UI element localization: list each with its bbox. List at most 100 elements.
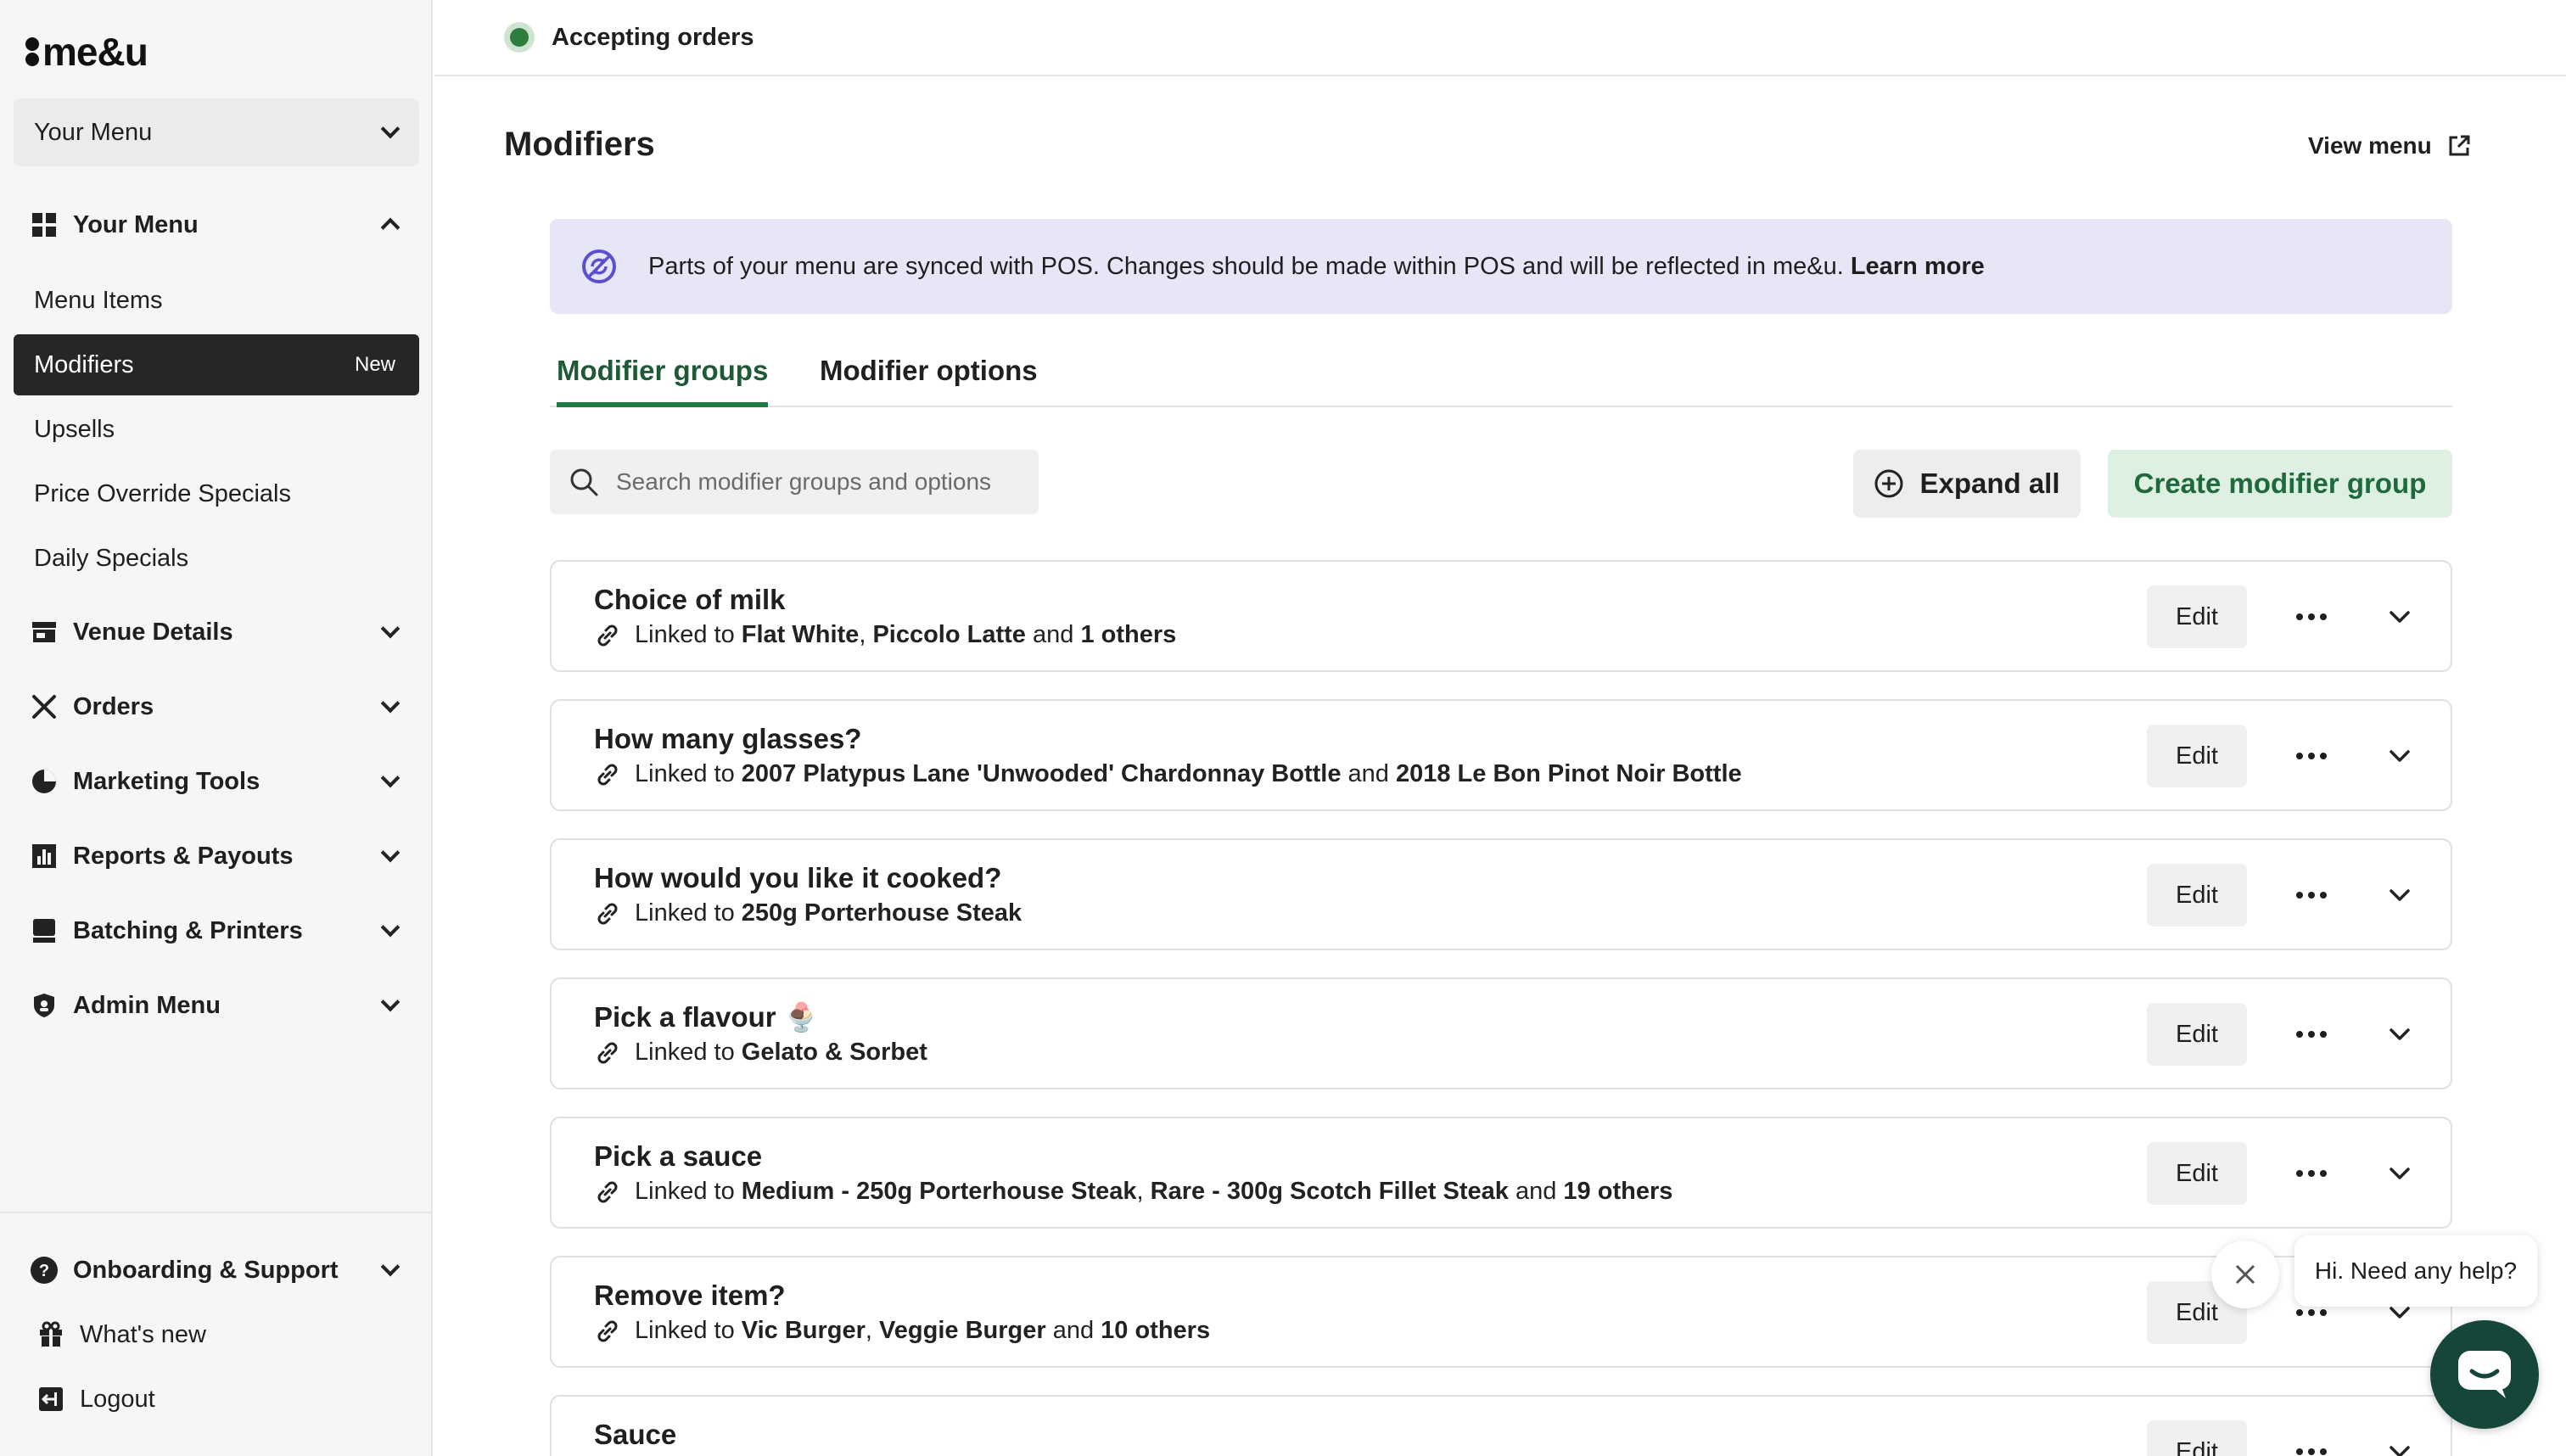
linked-items: Linked to Flat White, Piccolo Latte and … [594, 621, 1176, 649]
sidebar-item-menu-items[interactable]: Menu Items [14, 270, 419, 331]
modifier-group-card[interactable]: How would you like it cooked? Linked to 2… [550, 838, 2452, 950]
more-dot-icon [2320, 613, 2327, 620]
sidebar-item-price-override-specials[interactable]: Price Override Specials [14, 463, 419, 524]
nav-section-venue-details[interactable]: Venue Details [14, 602, 419, 662]
shield-icon [29, 990, 59, 1021]
more-dot-icon [2296, 1031, 2303, 1038]
more-options-button[interactable] [2288, 594, 2335, 640]
tab-modifier-groups[interactable]: Modifier groups [557, 355, 769, 407]
utensils-icon [29, 692, 59, 722]
expand-group-button[interactable] [2376, 1151, 2423, 1196]
status-text[interactable]: Accepting orders [552, 24, 754, 52]
nav-section-admin-menu[interactable]: Admin Menu [14, 976, 419, 1035]
chevron-down-icon [2390, 1307, 2410, 1319]
view-menu-label: View menu [2308, 132, 2432, 159]
more-dot-icon [2320, 1448, 2327, 1455]
more-dot-icon [2308, 613, 2315, 620]
linked-item: Vic Burger [741, 1317, 866, 1344]
expand-group-button[interactable] [2376, 594, 2423, 640]
logo-mark-icon [25, 36, 39, 67]
sidebar-item-daily-specials[interactable]: Daily Specials [14, 528, 419, 589]
nav-section-label: Venue Details [73, 618, 233, 646]
linked-items: Linked to Medium - 250g Porterhouse Stea… [594, 1178, 1672, 1206]
modifier-group-card[interactable]: Choice of milk Linked to Flat White, Picc… [550, 560, 2452, 672]
linked-item: Gelato & Sorbet [741, 1039, 927, 1066]
search-icon [570, 468, 598, 496]
sidebar-item-label: Modifiers [34, 350, 134, 378]
nav-section-label: Orders [73, 692, 154, 720]
linked-prefix: Linked to [635, 899, 735, 927]
tab-modifier-options[interactable]: Modifier options [820, 355, 1038, 407]
linked-items: Linked to Vic Burger, Veggie Burger and … [594, 1317, 1210, 1345]
create-modifier-group-button[interactable]: Create modifier group [2108, 450, 2452, 518]
edit-button[interactable]: Edit [2147, 1003, 2247, 1066]
banner-text: Parts of your menu are synced with POS. … [648, 252, 1844, 280]
pos-sync-banner: Parts of your menu are synced with POS. … [550, 219, 2452, 314]
link-icon [597, 624, 618, 646]
new-badge: New [354, 353, 395, 376]
top-bar: Accepting orders [434, 0, 2566, 76]
nav-section-label: Batching & Printers [73, 916, 303, 944]
chevron-down-icon [380, 619, 401, 639]
nav-section-marketing-tools[interactable]: Marketing Tools [14, 752, 419, 811]
edit-button[interactable]: Edit [2147, 1142, 2247, 1205]
search-input[interactable] [616, 468, 1006, 496]
expand-group-button[interactable] [2376, 1011, 2423, 1057]
nav-section-batching-printers[interactable]: Batching & Printers [14, 901, 419, 960]
expand-group-button[interactable] [2376, 733, 2423, 779]
edit-button[interactable]: Edit [2147, 725, 2247, 787]
more-dot-icon [2320, 892, 2327, 899]
linked-item: 2018 Le Bon Pinot Noir Bottle [1395, 760, 1742, 787]
modifier-group-name: Sauce [594, 1419, 677, 1450]
sidebar-item-upsells[interactable]: Upsells [14, 399, 419, 460]
nav-section-onboarding-support[interactable]: ? Onboarding & Support [14, 1240, 419, 1300]
nav-label: What's new [80, 1320, 206, 1348]
nav-section-label: Reports & Payouts [73, 842, 294, 870]
more-options-button[interactable] [2288, 1011, 2335, 1057]
chevron-down-icon [2390, 611, 2410, 623]
more-dot-icon [2296, 613, 2303, 620]
sidebar-item-label: Upsells [34, 415, 115, 443]
more-dot-icon [2296, 1448, 2303, 1455]
pie-chart-icon [29, 766, 59, 797]
more-options-button[interactable] [2288, 1429, 2335, 1456]
modifier-group-card[interactable]: Pick a sauce Linked to Medium - 250g Port… [550, 1117, 2452, 1229]
nav-label: Logout [80, 1385, 155, 1413]
more-dot-icon [2308, 1448, 2315, 1455]
expand-group-button[interactable] [2376, 1429, 2423, 1456]
modifier-group-card[interactable]: Remove item? Linked to Vic Burger, Veggie… [550, 1256, 2452, 1368]
expand-group-button[interactable] [2376, 872, 2423, 918]
learn-more-link[interactable]: Learn more [1851, 253, 1985, 281]
chat-close-button[interactable] [2211, 1240, 2279, 1308]
external-link-icon [2449, 135, 2470, 156]
edit-button[interactable]: Edit [2147, 1420, 2247, 1456]
nav-section-your-menu[interactable]: Your Menu [14, 195, 419, 255]
chevron-down-icon [2390, 1446, 2410, 1456]
nav-whats-new[interactable]: What's new [14, 1305, 419, 1364]
more-dot-icon [2320, 1170, 2327, 1177]
logo[interactable]: me&u [25, 30, 148, 74]
nav-section-reports-payouts[interactable]: Reports & Payouts [14, 826, 419, 886]
nav-section-label: Marketing Tools [73, 767, 261, 795]
more-options-button[interactable] [2288, 733, 2335, 779]
nav-section-orders[interactable]: Orders [14, 677, 419, 736]
chevron-down-icon [2390, 1168, 2410, 1179]
modifier-group-card[interactable]: Sauce Edit [550, 1395, 2452, 1456]
nav-logout[interactable]: Logout [14, 1369, 419, 1429]
modifier-group-card[interactable]: How many glasses? Linked to 2007 Platypus… [550, 699, 2452, 811]
link-icon [597, 903, 618, 924]
edit-button[interactable]: Edit [2147, 585, 2247, 648]
sidebar-item-modifiers[interactable]: Modifiers New [14, 334, 419, 395]
chat-prompt-bubble[interactable]: Hi. Need any help? [2294, 1235, 2537, 1307]
grid-icon [29, 210, 59, 240]
plus-circle-icon [1874, 469, 1903, 498]
linked-items: Linked to Gelato & Sorbet [594, 1039, 927, 1067]
more-options-button[interactable] [2288, 1151, 2335, 1196]
chat-launcher-button[interactable] [2430, 1320, 2539, 1429]
view-menu-link[interactable]: View menu [2308, 132, 2471, 160]
edit-button[interactable]: Edit [2147, 864, 2247, 927]
more-options-button[interactable] [2288, 872, 2335, 918]
expand-all-button[interactable]: Expand all [1853, 450, 2081, 518]
modifier-group-card[interactable]: Pick a flavour 🍨 Linked to Gelato & Sorbe… [550, 977, 2452, 1089]
menu-select-dropdown[interactable]: Your Menu [14, 98, 419, 166]
